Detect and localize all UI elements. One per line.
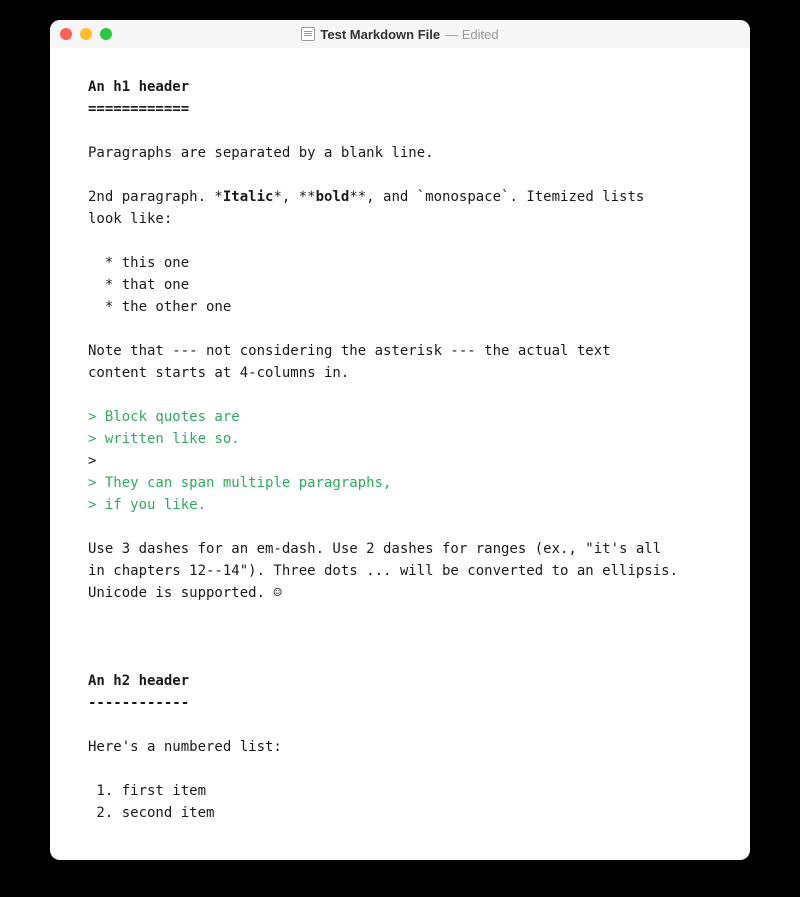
h1-heading: An h1 header bbox=[88, 79, 189, 95]
app-window: Test Markdown File — Edited An h1 header… bbox=[50, 20, 750, 860]
title-text: Test Markdown File bbox=[320, 27, 440, 42]
blockquote-line: > if you like. bbox=[88, 497, 206, 513]
list-item: 1. first item bbox=[88, 783, 206, 799]
italic-text: Italic bbox=[223, 189, 274, 205]
h2-heading: An h2 header bbox=[88, 673, 189, 689]
paragraph-text: in chapters 12--14"). Three dots ... wil… bbox=[88, 563, 678, 579]
paragraph-text: Unicode is supported. ☺ bbox=[88, 585, 282, 601]
blockquote-line: > Block quotes are bbox=[88, 409, 240, 425]
paragraph-text: **, and `monospace`. Itemized lists bbox=[349, 189, 644, 205]
edited-indicator: — Edited bbox=[445, 27, 498, 42]
paragraph-text: look like: bbox=[88, 211, 172, 227]
paragraph-text: *, ** bbox=[273, 189, 315, 205]
blockquote-line: > bbox=[88, 453, 96, 469]
list-item: * this one bbox=[88, 255, 189, 271]
maximize-icon[interactable] bbox=[100, 28, 112, 40]
document-icon bbox=[301, 27, 315, 41]
list-item: 2. second item bbox=[88, 805, 214, 821]
h2-underline: ------------ bbox=[88, 695, 189, 711]
list-item: * the other one bbox=[88, 299, 231, 315]
paragraph-text: 2nd paragraph. * bbox=[88, 189, 223, 205]
window-title: Test Markdown File — Edited bbox=[50, 27, 750, 42]
close-icon[interactable] bbox=[60, 28, 72, 40]
minimize-icon[interactable] bbox=[80, 28, 92, 40]
editor-content[interactable]: An h1 header ============ Paragraphs are… bbox=[50, 48, 750, 860]
titlebar[interactable]: Test Markdown File — Edited bbox=[50, 20, 750, 48]
bold-text: bold bbox=[316, 189, 350, 205]
list-item: * that one bbox=[88, 277, 189, 293]
paragraph-text: content starts at 4-columns in. bbox=[88, 365, 349, 381]
h1-underline: ============ bbox=[88, 101, 189, 117]
paragraph-text: Use 3 dashes for an em-dash. Use 2 dashe… bbox=[88, 541, 661, 557]
paragraph-text: Note that --- not considering the asteri… bbox=[88, 343, 611, 359]
paragraph: Here's a numbered list: bbox=[88, 739, 282, 755]
blockquote-line: > written like so. bbox=[88, 431, 240, 447]
blockquote-line: > They can span multiple paragraphs, bbox=[88, 475, 391, 491]
window-controls bbox=[60, 28, 112, 40]
paragraph: Paragraphs are separated by a blank line… bbox=[88, 145, 434, 161]
